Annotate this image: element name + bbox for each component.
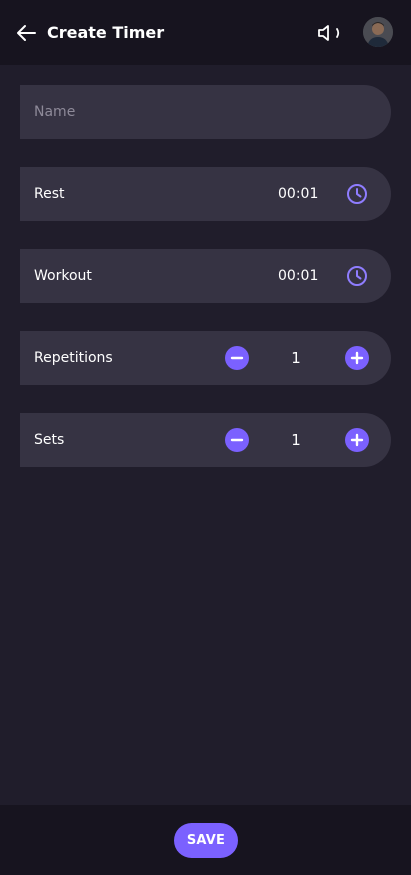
workout-label: Workout <box>34 268 92 284</box>
rest-time-value[interactable]: 00:01 <box>278 167 318 221</box>
bottom-bar: SAVE <box>0 805 411 875</box>
clock-icon <box>347 266 367 286</box>
repetitions-decrement-button[interactable] <box>225 346 249 370</box>
sets-count: 1 <box>291 431 301 449</box>
rest-time-picker-button[interactable] <box>346 183 368 205</box>
workout-time-value[interactable]: 00:01 <box>278 249 318 303</box>
repetitions-increment-button[interactable] <box>345 346 369 370</box>
repetitions-count: 1 <box>291 349 301 367</box>
speaker-icon <box>318 25 340 41</box>
avatar-image <box>363 17 393 47</box>
name-input[interactable] <box>20 85 391 139</box>
user-avatar[interactable] <box>363 17 393 47</box>
minus-icon <box>230 356 244 360</box>
workout-time-picker-button[interactable] <box>346 265 368 287</box>
name-field[interactable] <box>20 85 391 139</box>
sound-toggle-button[interactable] <box>317 22 345 44</box>
workout-row: Workout 00:01 <box>20 249 391 303</box>
repetitions-label: Repetitions <box>34 350 113 366</box>
sets-label: Sets <box>34 432 65 448</box>
repetitions-row: Repetitions 1 <box>20 331 391 385</box>
page-title: Create Timer <box>47 23 165 42</box>
rest-row: Rest 00:01 <box>20 167 391 221</box>
sets-row: Sets 1 <box>20 413 391 467</box>
rest-label: Rest <box>34 186 65 202</box>
plus-icon <box>350 351 364 365</box>
save-button[interactable]: SAVE <box>174 823 238 858</box>
sets-decrement-button[interactable] <box>225 428 249 452</box>
arrow-left-icon <box>17 25 36 41</box>
minus-icon <box>230 438 244 442</box>
clock-icon <box>347 184 367 204</box>
back-button[interactable] <box>14 22 38 44</box>
sets-increment-button[interactable] <box>345 428 369 452</box>
app-bar: Create Timer <box>0 0 411 65</box>
plus-icon <box>350 433 364 447</box>
